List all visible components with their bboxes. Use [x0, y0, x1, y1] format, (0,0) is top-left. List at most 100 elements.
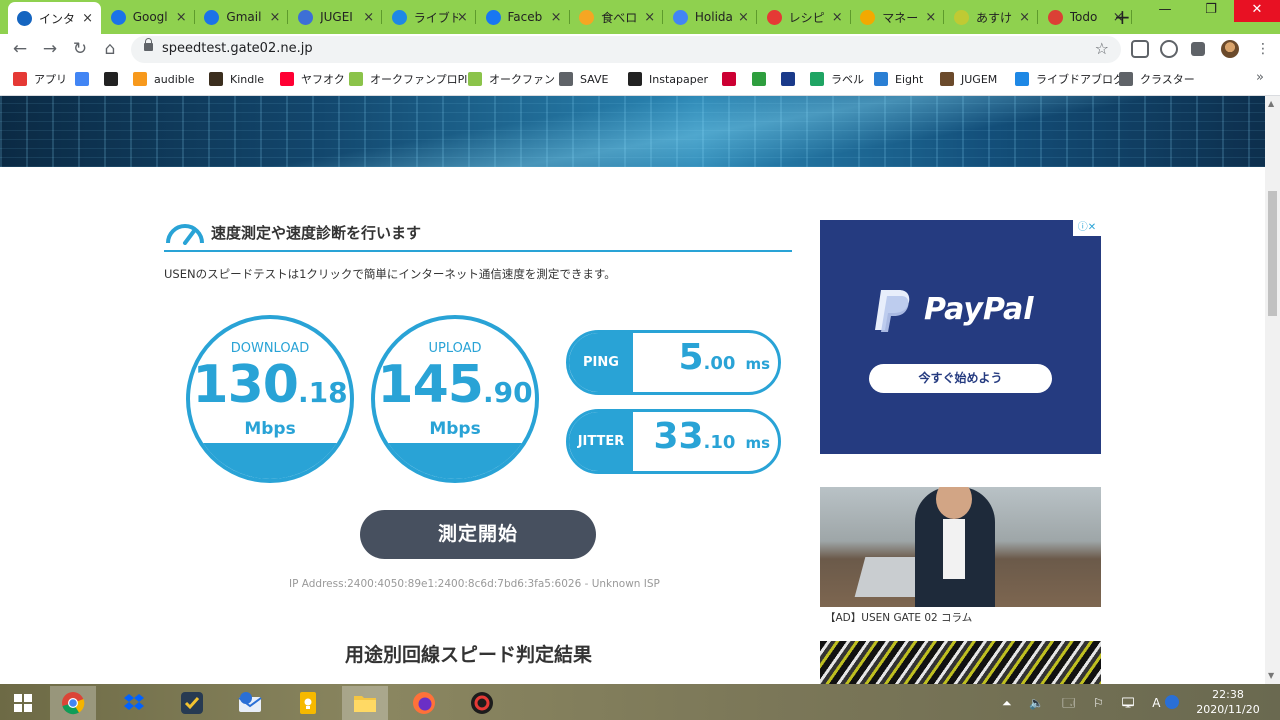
- bookmark-item[interactable]: ラベル: [810, 71, 864, 87]
- explorer-taskbar-button[interactable]: [342, 686, 388, 720]
- bookmark-item[interactable]: JUGEM: [940, 71, 997, 87]
- tab-separator: [1130, 10, 1132, 24]
- tab-favicon-icon: [485, 9, 501, 25]
- bookmark-item[interactable]: ヤフオク: [280, 71, 345, 87]
- bookmark-star-icon[interactable]: ☆: [1095, 39, 1109, 58]
- scroll-down-icon[interactable]: ▼: [1268, 671, 1274, 680]
- browser-tab[interactable]: Faceb ×: [477, 4, 570, 30]
- page-scrollbar[interactable]: ▲ ▼: [1265, 96, 1280, 684]
- bookmark-item[interactable]: [781, 71, 802, 87]
- github-icon[interactable]: [1160, 40, 1178, 58]
- scroll-up-icon[interactable]: ▲: [1268, 99, 1274, 108]
- bookmark-item[interactable]: SAVE: [559, 71, 608, 87]
- taskbar-clock[interactable]: 22:38 2020/11/20: [1196, 687, 1260, 717]
- extensions-puzzle-icon[interactable]: [1191, 42, 1205, 56]
- todo-taskbar-button[interactable]: [169, 686, 215, 720]
- bookmark-item[interactable]: ライブドアブログ: [1015, 71, 1124, 87]
- new-tab-button[interactable]: +: [1114, 5, 1131, 29]
- profile-avatar[interactable]: [1221, 40, 1239, 58]
- bookmark-item[interactable]: Instapaper: [628, 71, 708, 87]
- bookmark-item[interactable]: [722, 71, 743, 87]
- tab-close-icon[interactable]: ×: [738, 10, 749, 25]
- notification-dot-icon[interactable]: [1165, 695, 1179, 709]
- bookmark-item[interactable]: クラスター: [1119, 71, 1195, 87]
- bookmark-item[interactable]: [752, 71, 773, 87]
- tab-close-icon[interactable]: ×: [82, 11, 93, 26]
- column-article-image[interactable]: [820, 487, 1101, 607]
- browser-tab[interactable]: Googl ×: [102, 4, 195, 30]
- browser-tab[interactable]: インタ ×: [8, 2, 101, 34]
- bookmark-item[interactable]: オークファンプロPlus: [349, 71, 480, 87]
- address-bar[interactable]: speedtest.gate02.ne.jp ☆: [131, 36, 1121, 63]
- article-caption[interactable]: 【AD】USEN GATE 02 コラム: [825, 610, 972, 625]
- upload-gauge: UPLOAD 145.90 Mbps: [371, 315, 539, 483]
- app-taskbar-button[interactable]: [459, 686, 505, 720]
- bookmark-item[interactable]: オークファン: [468, 71, 555, 87]
- download-gauge: DOWNLOAD 130.18 Mbps: [186, 315, 354, 483]
- bookmarks-more-button[interactable]: »: [1256, 70, 1264, 85]
- bookmark-item[interactable]: [104, 71, 125, 87]
- start-test-button[interactable]: 測定開始: [360, 510, 596, 559]
- tab-close-icon[interactable]: ×: [644, 10, 655, 25]
- gauge-fill: [190, 443, 350, 479]
- comic-ad-image[interactable]: [820, 641, 1101, 684]
- tab-close-icon[interactable]: ×: [457, 10, 468, 25]
- browser-tab[interactable]: Gmail ×: [195, 4, 289, 30]
- restore-button[interactable]: ❐: [1188, 0, 1234, 22]
- label-icon: [810, 72, 824, 86]
- menu-icon[interactable]: ⋮: [1252, 38, 1274, 60]
- home-button[interactable]: ⌂: [99, 38, 121, 60]
- thunderbird-taskbar-button[interactable]: [227, 686, 273, 720]
- extension-icon[interactable]: [1131, 40, 1149, 58]
- tab-title: Faceb: [507, 10, 543, 24]
- browser-tab[interactable]: ライブド ×: [383, 4, 476, 30]
- browser-tab[interactable]: あすけ ×: [945, 4, 1038, 30]
- ad-choices-icon[interactable]: ⓘ✕: [1073, 220, 1101, 236]
- chrome-taskbar-button[interactable]: [50, 686, 96, 720]
- bookmark-item[interactable]: アプリ: [13, 71, 67, 87]
- bookmark-item[interactable]: Kindle: [209, 71, 264, 87]
- tab-close-icon[interactable]: ×: [363, 10, 374, 25]
- tab-title: Todo: [1069, 10, 1098, 24]
- aucfan-icon: [349, 72, 363, 86]
- paypal-ad[interactable]: ⓘ✕ PayPal 今すぐ始めよう: [820, 220, 1101, 454]
- tab-close-icon[interactable]: ×: [1019, 10, 1030, 25]
- tab-title: Holida: [694, 10, 733, 24]
- browser-tab[interactable]: 食べロ ×: [570, 4, 664, 30]
- tab-favicon-icon: [766, 9, 782, 25]
- url-text[interactable]: speedtest.gate02.ne.jp: [162, 41, 313, 56]
- tab-close-icon[interactable]: ×: [832, 10, 843, 25]
- tab-favicon-icon: [17, 10, 32, 26]
- scroll-thumb[interactable]: [1268, 191, 1277, 316]
- back-button[interactable]: ←: [9, 38, 31, 60]
- browser-tab[interactable]: Holida ×: [664, 4, 757, 30]
- bookmark-label: ラベル: [831, 73, 864, 86]
- minimize-button[interactable]: —: [1142, 0, 1188, 22]
- browser-tab[interactable]: JUGEI ×: [289, 4, 383, 30]
- firefox-taskbar-button[interactable]: [401, 686, 447, 720]
- start-button[interactable]: [0, 686, 46, 720]
- tab-close-icon[interactable]: ×: [925, 10, 936, 25]
- ad-cta-button[interactable]: 今すぐ始めよう: [869, 364, 1052, 393]
- browser-tab[interactable]: マネー ×: [851, 4, 945, 30]
- browser-tab[interactable]: レシピ ×: [758, 4, 851, 30]
- bookmark-label: ヤフオク: [301, 73, 345, 86]
- keep-taskbar-button[interactable]: [285, 686, 331, 720]
- bookmark-label: オークファン: [489, 73, 555, 86]
- reload-button[interactable]: ↻: [69, 38, 91, 60]
- bookmark-label: Eight: [895, 72, 924, 86]
- bookmark-item[interactable]: Eight: [874, 71, 923, 87]
- tab-close-icon[interactable]: ×: [269, 10, 280, 25]
- tab-favicon-icon: [672, 9, 688, 25]
- browser-toolbar: ← → ↻ ⌂ speedtest.gate02.ne.jp ☆ ⋮: [0, 34, 1280, 64]
- bookmark-item[interactable]: audible: [133, 71, 195, 87]
- tab-favicon-icon: [110, 9, 126, 25]
- mail-icon: [238, 692, 262, 712]
- tab-close-icon[interactable]: ×: [176, 10, 187, 25]
- dropbox-taskbar-button[interactable]: [111, 686, 157, 720]
- tab-close-icon[interactable]: ×: [551, 10, 562, 25]
- forward-button[interactable]: →: [39, 38, 61, 60]
- close-window-button[interactable]: ✕: [1234, 0, 1280, 22]
- system-tray[interactable]: ⏶ 🔈 🗔 ⚐ 🖵 A: [1002, 694, 1167, 715]
- bookmark-item[interactable]: [75, 71, 96, 87]
